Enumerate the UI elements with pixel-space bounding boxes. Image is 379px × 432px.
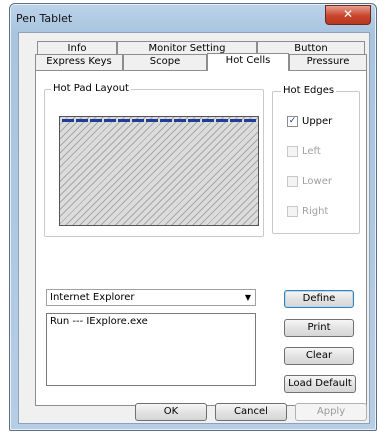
upper-edge-option[interactable]: ✓ Upper <box>287 116 332 127</box>
close-button[interactable]: ✕ <box>325 5 371 25</box>
hot-edges-group: Hot Edges ✓ Upper Left Lower Right <box>272 85 360 234</box>
pen-tablet-window: Pen Tablet ✕ Info Monitor Setting Button… <box>9 3 377 431</box>
hot-cell[interactable] <box>202 119 214 122</box>
tab-pressure[interactable]: Pressure <box>289 54 367 70</box>
hot-pad-layout-legend: Hot Pad Layout <box>51 83 131 94</box>
hot-cell[interactable] <box>118 119 130 122</box>
list-item[interactable]: Run --- IExplore.exe <box>50 316 252 327</box>
hot-cell[interactable] <box>216 119 228 122</box>
hot-cell[interactable] <box>132 119 144 122</box>
hot-cells-page: Hot Pad Layout Hot Edges ✓ Upper Left Lo… <box>35 70 367 406</box>
right-checkbox[interactable] <box>287 206 298 217</box>
window-title: Pen Tablet <box>16 12 73 25</box>
left-label: Left <box>302 146 321 157</box>
hot-cell[interactable] <box>90 119 102 122</box>
command-list[interactable]: Run --- IExplore.exe <box>46 313 256 386</box>
tab-scope[interactable]: Scope <box>123 54 207 70</box>
lower-edge-option[interactable]: Lower <box>287 176 332 187</box>
upper-label: Upper <box>302 116 333 127</box>
hot-pad-layout-group: Hot Pad Layout <box>44 83 264 237</box>
tab-info[interactable]: Info <box>37 41 117 54</box>
define-button[interactable]: Define <box>284 290 354 308</box>
hot-cell[interactable] <box>62 119 74 122</box>
dropdown-arrow-icon[interactable]: ▼ <box>245 290 251 305</box>
left-checkbox[interactable] <box>287 146 298 157</box>
left-edge-option[interactable]: Left <box>287 146 321 157</box>
hot-cell[interactable] <box>244 119 256 122</box>
hot-cell[interactable] <box>230 119 242 122</box>
right-edge-option[interactable]: Right <box>287 206 328 217</box>
tab-express-keys[interactable]: Express Keys <box>35 54 123 70</box>
title-bar[interactable]: Pen Tablet ✕ <box>10 4 376 32</box>
hot-cell[interactable] <box>160 119 172 122</box>
lower-label: Lower <box>302 176 332 187</box>
clear-button[interactable]: Clear <box>284 347 354 365</box>
application-select[interactable]: Internet Explorer ▼ <box>46 289 256 306</box>
ok-button[interactable]: OK <box>135 403 207 421</box>
hot-cell[interactable] <box>104 119 116 122</box>
hot-cell-row <box>62 119 256 122</box>
load-default-button[interactable]: Load Default <box>284 375 356 393</box>
right-label: Right <box>302 206 329 217</box>
tab-hot-cells[interactable]: Hot Cells <box>207 53 289 71</box>
hot-pad-area[interactable] <box>59 116 259 226</box>
lower-checkbox[interactable] <box>287 176 298 187</box>
hot-cell[interactable] <box>174 119 186 122</box>
hot-edges-legend: Hot Edges <box>281 85 337 96</box>
close-icon: ✕ <box>342 7 354 21</box>
dialog-client-area: Info Monitor Setting Button Express Keys… <box>18 32 370 424</box>
hot-cell[interactable] <box>188 119 200 122</box>
apply-button[interactable]: Apply <box>295 403 367 421</box>
upper-checkbox[interactable]: ✓ <box>287 116 298 127</box>
hot-cell[interactable] <box>76 119 88 122</box>
print-button[interactable]: Print <box>284 319 354 337</box>
application-select-value: Internet Explorer <box>50 292 135 303</box>
cancel-button[interactable]: Cancel <box>215 403 287 421</box>
hot-cell[interactable] <box>146 119 158 122</box>
